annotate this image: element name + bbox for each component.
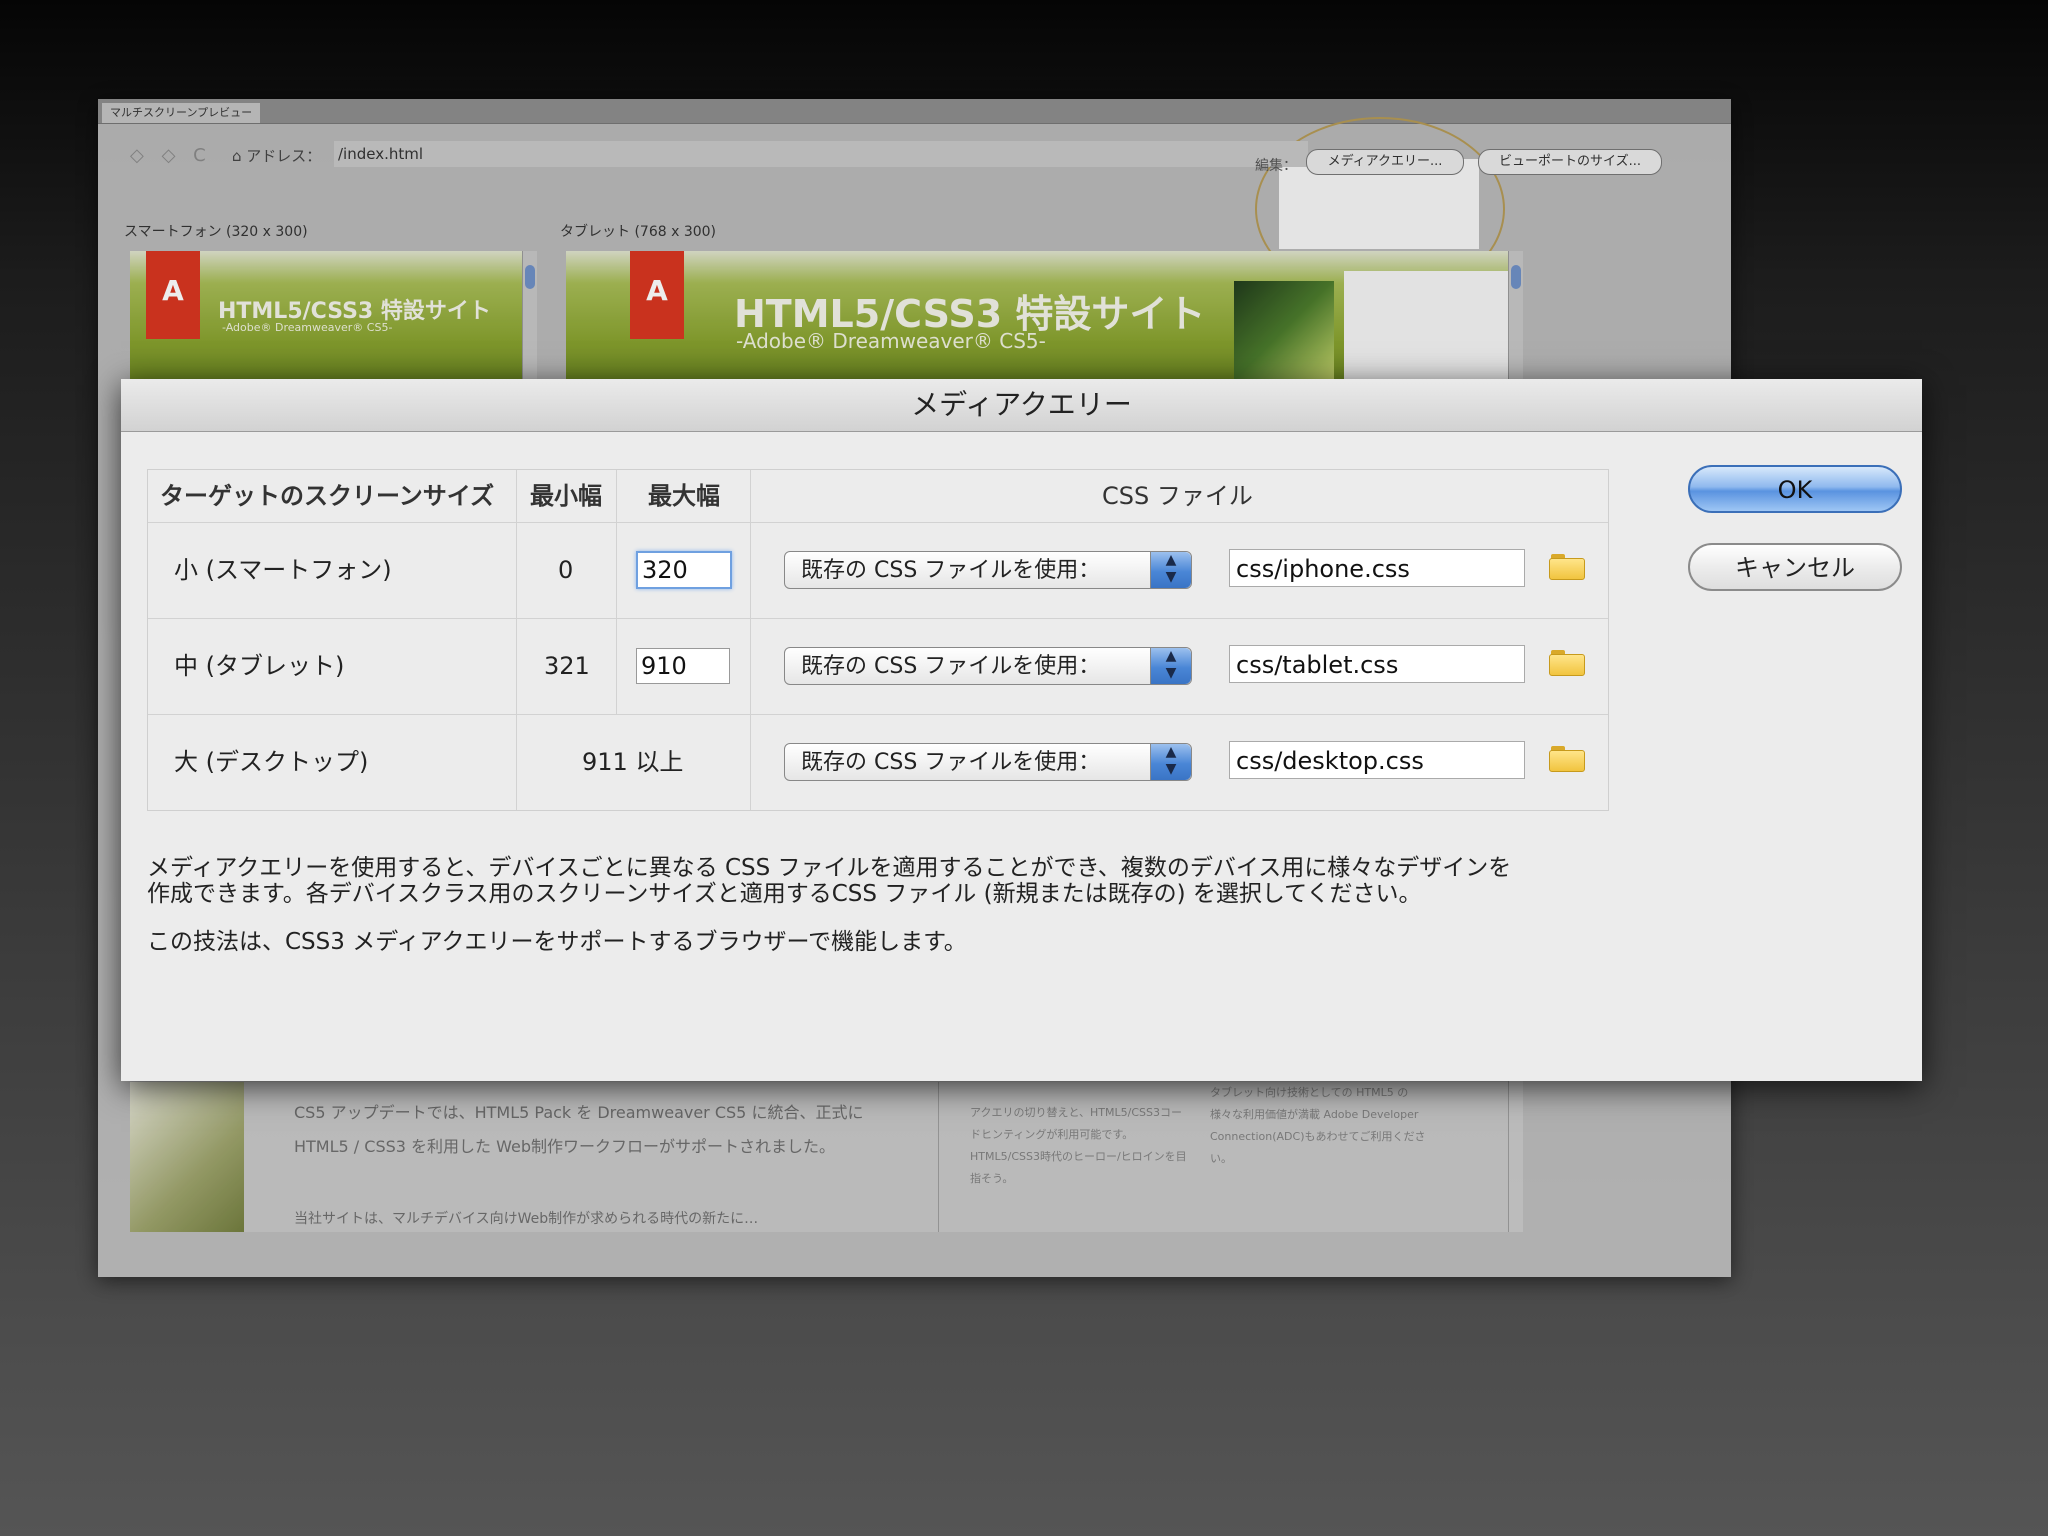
table-divider <box>516 470 517 810</box>
banner-subtitle: -Adobe® Dreamweaver® CS5- <box>736 329 1046 353</box>
select-value: 既存の CSS ファイルを使用： <box>801 750 1101 775</box>
table-divider <box>148 522 1608 523</box>
edit-label: 編集： <box>1255 158 1297 174</box>
row-min-medium: 321 <box>544 652 590 680</box>
media-query-button[interactable]: メディアクエリー... <box>1306 149 1464 175</box>
css-file-input-medium[interactable]: css/tablet.css <box>1229 645 1525 683</box>
address-field[interactable]: /index.html <box>334 141 1308 167</box>
nav-buttons-icon[interactable]: ◇ ◇ C <box>130 145 212 166</box>
smartphone-pane-label: スマートフォン (320 x 300) <box>124 224 308 240</box>
content-column-3: タブレット向け技術としての HTML5 の様々な利用価値が満載 Adobe De… <box>1210 1086 1426 1165</box>
css-file-input-small[interactable]: css/iphone.css <box>1229 549 1525 587</box>
description-line-3: この技法は、CSS3 メディアクエリーをサポートするブラウザーで機能します。 <box>147 929 967 955</box>
browse-folder-icon[interactable] <box>1549 746 1585 772</box>
description-line-2: 作成できます。各デバイスクラス用のスクリーンサイズと適用するCSS ファイル (… <box>147 881 1422 907</box>
panel-tab-multiscreen[interactable]: マルチスクリーンプレビュー <box>102 103 261 123</box>
address-label: ⌂ アドレス： <box>232 147 322 165</box>
content-image <box>130 1082 244 1232</box>
row-label-small: 小 (スマートフォン) <box>174 556 392 584</box>
css-file-input-large[interactable]: css/desktop.css <box>1229 741 1525 779</box>
css-source-select-large[interactable]: 既存の CSS ファイルを使用： ▲ ▼ <box>784 743 1192 781</box>
preview-page-content: CS5 アップデートでは、HTML5 Pack を Dreamweaver CS… <box>130 1082 1508 1232</box>
smartphone-preview-pane: A HTML5/CSS3 特設サイト -Adobe® Dreamweaver® … <box>130 251 522 379</box>
dw-logo-image <box>1344 271 1508 379</box>
select-arrows-icon: ▲ ▼ <box>1150 744 1191 780</box>
select-arrows-icon: ▲ ▼ <box>1150 648 1191 684</box>
select-value: 既存の CSS ファイルを使用： <box>801 558 1101 583</box>
select-arrows-icon: ▲ ▼ <box>1150 552 1191 588</box>
tablet-preview-pane: A HTML5/CSS3 特設サイト -Adobe® Dreamweaver® … <box>566 251 1508 379</box>
select-value: 既存の CSS ファイルを使用： <box>801 654 1101 679</box>
content-body-text: CS5 アップデートでは、HTML5 Pack を Dreamweaver CS… <box>294 1103 864 1156</box>
css-source-select-small[interactable]: 既存の CSS ファイルを使用： ▲ ▼ <box>784 551 1192 589</box>
content-divider <box>938 1082 939 1232</box>
header-css-file: CSS ファイル <box>1102 482 1253 510</box>
max-width-input-small[interactable]: 320 <box>636 551 732 589</box>
row-min-small: 0 <box>558 556 574 584</box>
content-column-2: アクエリの切り替えと、HTML5/CSS3コードヒンティングが利用可能です。 H… <box>970 1106 1187 1185</box>
product-box-image <box>1234 281 1334 379</box>
tablet-pane-label: タブレット (768 x 300) <box>560 224 717 240</box>
smartphone-scrollbar[interactable] <box>522 251 537 379</box>
panel-tab-bar: マルチスクリーンプレビュー <box>98 99 1731 124</box>
banner-subtitle: -Adobe® Dreamweaver® CS5- <box>222 321 393 334</box>
viewport-size-button[interactable]: ビューポートのサイズ... <box>1478 149 1662 175</box>
media-query-table: ターゲットのスクリーンサイズ 最小幅 最大幅 CSS ファイル 小 (スマートフ… <box>147 469 1609 811</box>
adobe-logo-icon: A <box>630 251 684 339</box>
ok-button[interactable]: OK <box>1688 465 1902 513</box>
description-line-1: メディアクエリーを使用すると、デバイスごとに異なる CSS ファイルを適用するこ… <box>147 855 1512 881</box>
table-divider <box>750 470 751 810</box>
header-max-width: 最大幅 <box>648 482 720 510</box>
preview-toolbar: ◇ ◇ C ⌂ アドレス： /index.html 編集： メディアクエリー..… <box>98 117 1731 301</box>
scroll-thumb[interactable] <box>1511 265 1521 289</box>
adobe-logo-icon: A <box>146 251 200 339</box>
browse-folder-icon[interactable] <box>1549 650 1585 676</box>
table-divider <box>616 470 617 714</box>
header-target-size: ターゲットのスクリーンサイズ <box>160 482 495 510</box>
row-label-large: 大 (デスクトップ) <box>174 748 369 776</box>
max-width-input-medium[interactable]: 910 <box>636 648 730 684</box>
dialog-title: メディアクエリー <box>121 379 1922 432</box>
cancel-button[interactable]: キャンセル <box>1688 543 1902 591</box>
content-body-text-2: 当社サイトは、マルチデバイス向けWeb制作が求められる時代の新たに… <box>294 1211 759 1227</box>
row-label-medium: 中 (タブレット) <box>174 652 345 680</box>
scroll-thumb[interactable] <box>525 265 535 289</box>
browse-folder-icon[interactable] <box>1549 554 1585 580</box>
media-query-dialog: メディアクエリー ターゲットのスクリーンサイズ 最小幅 最大幅 CSS ファイル… <box>121 379 1922 1081</box>
table-divider <box>148 618 1608 619</box>
header-min-width: 最小幅 <box>530 482 602 510</box>
row-min-large: 911 以上 <box>582 748 684 776</box>
css-source-select-medium[interactable]: 既存の CSS ファイルを使用： ▲ ▼ <box>784 647 1192 685</box>
table-divider <box>148 714 1608 715</box>
